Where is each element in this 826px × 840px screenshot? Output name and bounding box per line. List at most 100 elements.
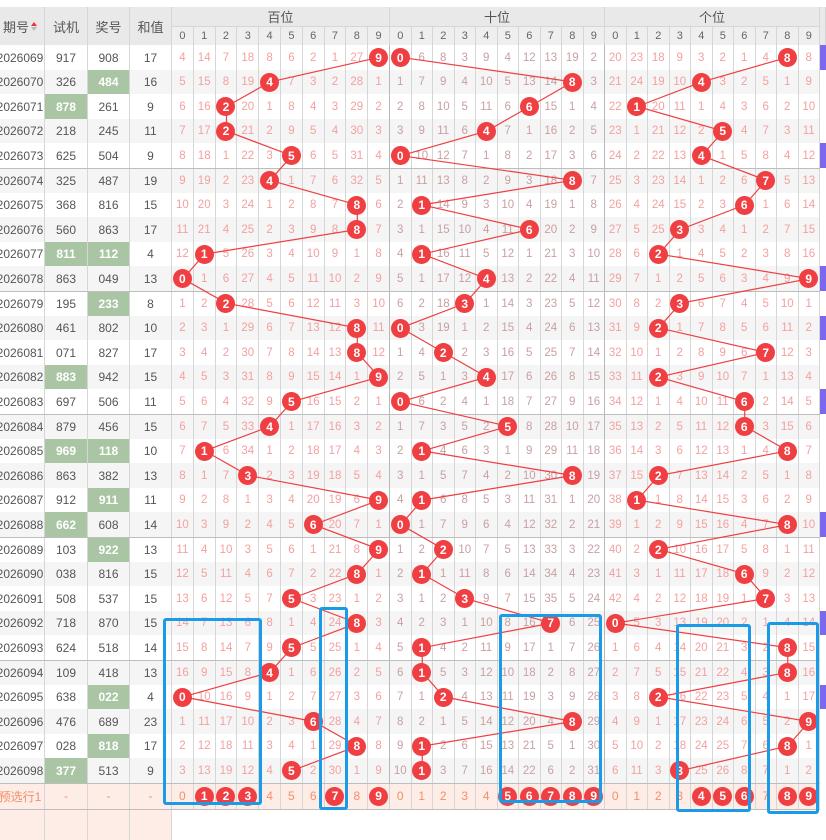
- preselect-digit[interactable]: 6: [302, 783, 325, 809]
- omission-cell: 4: [476, 463, 498, 489]
- row-marker[interactable]: [820, 684, 826, 710]
- preselect-digit[interactable]: 0: [390, 783, 412, 809]
- header-digit: 2: [433, 27, 455, 45]
- row-period: 2026078: [0, 266, 45, 292]
- selected-digit-ball[interactable]: 6: [519, 786, 539, 806]
- row-marker[interactable]: [820, 266, 826, 291]
- row-marker[interactable]: [820, 45, 826, 70]
- hit-cell: 7: [755, 340, 777, 366]
- preselect-digit[interactable]: 8: [346, 783, 369, 809]
- omission-cell: 24: [691, 733, 713, 759]
- winning-digit-ball: 2: [648, 318, 668, 338]
- omission-cell: 13: [519, 69, 541, 95]
- winning-digit-ball: 1: [627, 97, 647, 117]
- omission-cell: 13: [691, 463, 713, 489]
- omission-cell: 5: [734, 143, 756, 169]
- hit-cell: 3: [454, 291, 476, 317]
- preselect-digit-selected[interactable]: 1: [193, 783, 216, 809]
- preselect-digit-selected[interactable]: 5: [497, 783, 519, 809]
- omission-cell: 9: [798, 69, 820, 95]
- preselect-digit-selected[interactable]: 7: [540, 783, 562, 809]
- winning-digit-ball: 4: [260, 663, 280, 683]
- selected-digit-ball[interactable]: 8: [777, 786, 797, 806]
- preselect-digit[interactable]: 3: [454, 783, 476, 809]
- preselect-digit[interactable]: 4: [476, 783, 498, 809]
- preselect-digit[interactable]: 1: [411, 783, 433, 809]
- omission-cell: 2: [734, 463, 756, 489]
- winning-digit-ball: 7: [541, 613, 561, 633]
- preselect-digit-selected[interactable]: 9: [798, 783, 820, 809]
- omission-cell: 5: [368, 168, 390, 194]
- omission-cell: 6: [368, 684, 390, 710]
- selected-digit-ball[interactable]: 9: [799, 786, 819, 806]
- omission-cell: 27: [540, 389, 562, 415]
- row-test: 624: [45, 635, 88, 661]
- selected-digit-ball[interactable]: 9: [369, 786, 389, 806]
- preselect-digit-selected[interactable]: 4: [691, 783, 713, 809]
- selected-digit-ball[interactable]: 7: [541, 786, 561, 806]
- preselect-digit-selected[interactable]: 6: [519, 783, 541, 809]
- preselect-digit-selected[interactable]: 6: [734, 783, 756, 809]
- preselect-digit[interactable]: 2: [433, 783, 455, 809]
- preselect-digit[interactable]: 0: [605, 783, 627, 809]
- omission-cell: 12: [497, 709, 519, 735]
- selected-digit-ball[interactable]: 2: [216, 786, 236, 806]
- selected-digit-ball[interactable]: 3: [238, 786, 258, 806]
- omission-cell: 3: [259, 487, 281, 513]
- selected-digit-ball[interactable]: 8: [562, 786, 582, 806]
- selected-digit-ball[interactable]: 1: [194, 786, 214, 806]
- preselect-digit[interactable]: 1: [626, 783, 648, 809]
- hit-cell: 6: [519, 217, 541, 243]
- preselect-digit[interactable]: 0: [172, 783, 194, 809]
- omission-cell: 10: [583, 241, 605, 267]
- selected-digit-ball[interactable]: 5: [498, 786, 518, 806]
- preselect-digit[interactable]: 5: [281, 783, 303, 809]
- row-marker[interactable]: [820, 389, 826, 414]
- preselect-digit-selected[interactable]: 2: [215, 783, 238, 809]
- hit-cell: 8: [346, 315, 369, 341]
- sort-icon[interactable]: [31, 21, 37, 31]
- selected-digit-ball[interactable]: 7: [325, 786, 345, 806]
- row-sum: 16: [130, 69, 172, 95]
- selected-digit-ball[interactable]: 9: [584, 786, 604, 806]
- preselect-digit[interactable]: 4: [259, 783, 281, 809]
- omission-cell: 6: [583, 143, 605, 169]
- selected-digit-ball[interactable]: 5: [713, 786, 733, 806]
- omission-cell: 2: [302, 45, 325, 71]
- omission-cell: 10: [215, 537, 238, 563]
- omission-cell: 9: [172, 487, 194, 513]
- preselect-digit[interactable]: 2: [648, 783, 670, 809]
- row-test: 326: [45, 69, 88, 95]
- selected-digit-ball[interactable]: 4: [691, 786, 711, 806]
- header-period[interactable]: 期号: [0, 7, 45, 45]
- omission-cell: 1: [411, 684, 433, 710]
- preselect-digit-selected[interactable]: 7: [324, 783, 347, 809]
- preselect-digit-selected[interactable]: 5: [712, 783, 734, 809]
- omission-cell: 18: [540, 168, 562, 194]
- winning-digit-ball: 8: [777, 638, 797, 658]
- preselect-digit[interactable]: 3: [669, 783, 691, 809]
- omission-cell: 8: [562, 364, 584, 390]
- row-marker[interactable]: [820, 143, 826, 168]
- omission-cell: 7: [454, 758, 476, 784]
- omission-cell: 1: [648, 340, 670, 366]
- omission-cell: 11: [497, 684, 519, 710]
- row-marker[interactable]: [820, 315, 826, 341]
- omission-cell: 24: [324, 610, 347, 636]
- preselect-digit-selected[interactable]: 8: [777, 783, 799, 809]
- preselect-digit-selected[interactable]: 9: [583, 783, 605, 809]
- preselect-digit-selected[interactable]: 9: [368, 783, 390, 809]
- selected-digit-ball[interactable]: 6: [734, 786, 754, 806]
- row-marker[interactable]: [820, 610, 826, 636]
- preselect-digit[interactable]: 7: [755, 783, 777, 809]
- row-marker[interactable]: [820, 512, 826, 537]
- omission-cell: 2: [519, 266, 541, 292]
- preselect-digit-selected[interactable]: 8: [562, 783, 584, 809]
- header-digit: 5: [281, 27, 303, 45]
- omission-cell: 16: [691, 537, 713, 563]
- omission-cell: 6: [454, 118, 476, 144]
- omission-cell: 33: [237, 414, 260, 440]
- winning-digit-ball: 9: [369, 540, 389, 560]
- preselect-digit-selected[interactable]: 3: [237, 783, 260, 809]
- omission-cell: 2: [562, 118, 584, 144]
